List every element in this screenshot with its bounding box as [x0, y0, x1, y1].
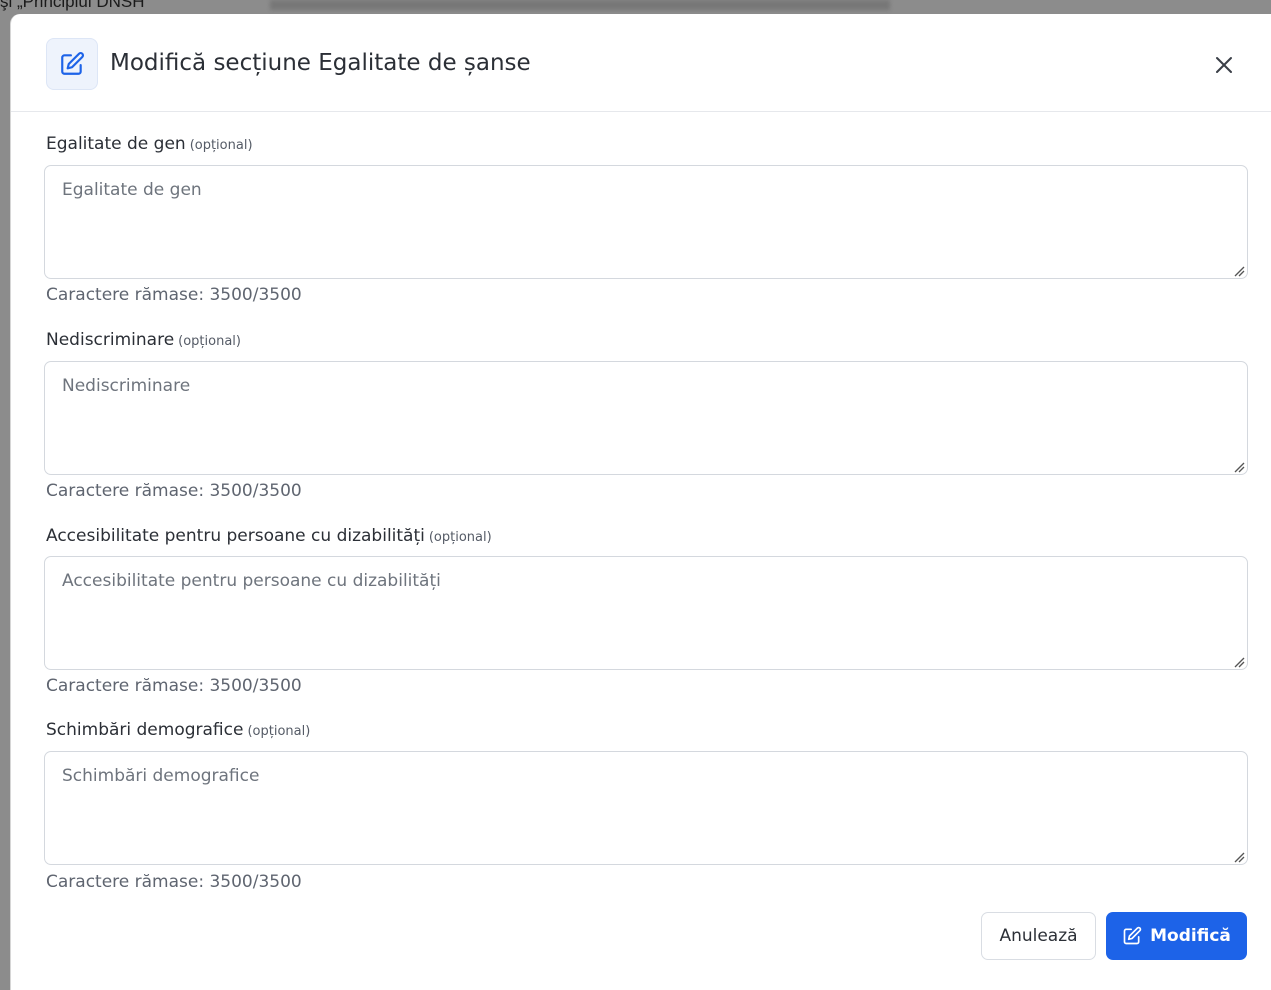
background-text: şi „Principiul DNSH” — [0, 0, 151, 11]
modify-button[interactable]: Modifică — [1106, 912, 1247, 960]
modal-title: Modifică secțiune Egalitate de șanse — [110, 50, 531, 76]
resize-grip-icon[interactable] — [1233, 851, 1245, 863]
background-blurred-text — [270, 0, 890, 10]
field-label-nediscriminare: Nediscriminare (opțional) — [46, 330, 241, 350]
field-label-text: Accesibilitate pentru persoane cu dizabi… — [46, 526, 425, 546]
resize-grip-icon[interactable] — [1233, 265, 1245, 277]
field-label-text: Egalitate de gen — [46, 134, 186, 154]
optional-tag: (opțional) — [178, 334, 241, 349]
char-counter: Caractere rămase: 3500/3500 — [46, 481, 302, 501]
edit-icon — [1123, 926, 1142, 945]
resize-grip-icon[interactable] — [1233, 461, 1245, 473]
field-label-text: Nediscriminare — [46, 330, 175, 350]
field-label-schimbari-demografice: Schimbări demografice (opțional) — [46, 720, 310, 740]
optional-tag: (opțional) — [247, 724, 311, 739]
edit-section-modal: Modifică secțiune Egalitate de șanse Ega… — [10, 14, 1271, 990]
modify-button-label: Modifică — [1150, 926, 1231, 946]
char-counter: Caractere rămase: 3500/3500 — [46, 285, 302, 305]
field-label-egalitate-gen: Egalitate de gen (opțional) — [46, 134, 253, 154]
optional-tag: (opțional) — [428, 530, 492, 545]
accesibilitate-textarea[interactable] — [44, 556, 1248, 670]
optional-tag: (opțional) — [189, 138, 253, 153]
nediscriminare-textarea[interactable] — [44, 361, 1248, 475]
edit-icon — [46, 38, 98, 90]
egalitate-gen-textarea[interactable] — [44, 165, 1248, 279]
cancel-button[interactable]: Anulează — [981, 912, 1096, 960]
schimbari-demografice-textarea[interactable] — [44, 751, 1248, 865]
close-icon[interactable] — [1211, 52, 1237, 78]
resize-grip-icon[interactable] — [1233, 656, 1245, 668]
char-counter: Caractere rămase: 3500/3500 — [46, 676, 302, 696]
field-label-accesibilitate: Accesibilitate pentru persoane cu dizabi… — [46, 526, 492, 546]
char-counter: Caractere rămase: 3500/3500 — [46, 872, 302, 892]
modal-header: Modifică secțiune Egalitate de șanse — [11, 14, 1271, 112]
field-label-text: Schimbări demografice — [46, 720, 244, 740]
